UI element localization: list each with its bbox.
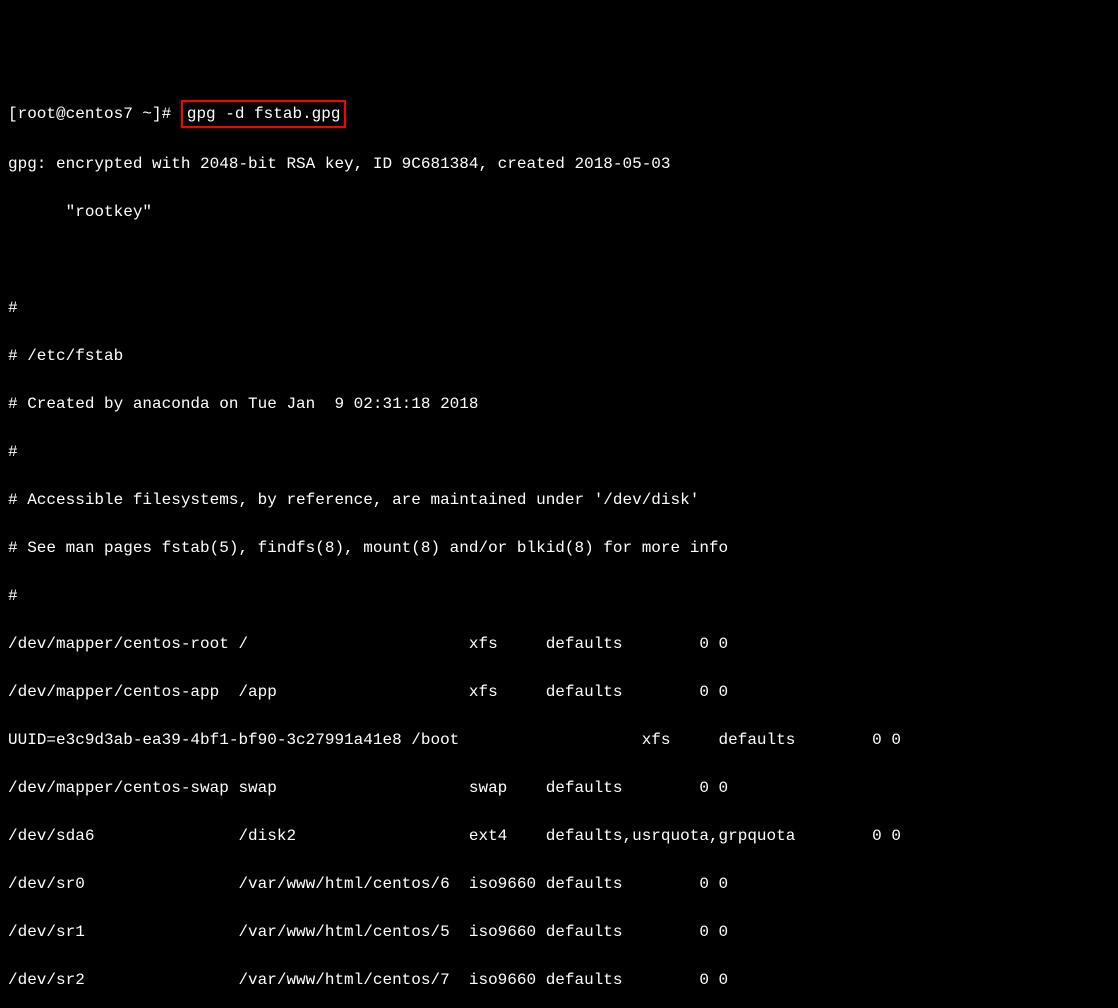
fstab-entry: /dev/mapper/centos-app /app xfs defaults… xyxy=(8,680,1110,704)
gpg-output-line-1: gpg: encrypted with 2048-bit RSA key, ID… xyxy=(8,152,1110,176)
fstab-entry: /dev/sda6 /disk2 ext4 defaults,usrquota,… xyxy=(8,824,1110,848)
fstab-comment: # /etc/fstab xyxy=(8,344,1110,368)
fstab-entry: /dev/sr1 /var/www/html/centos/5 iso9660 … xyxy=(8,920,1110,944)
fstab-entry: /dev/mapper/centos-root / xfs defaults 0… xyxy=(8,632,1110,656)
fstab-comment: # xyxy=(8,440,1110,464)
fstab-entry: /dev/sr2 /var/www/html/centos/7 iso9660 … xyxy=(8,968,1110,992)
fstab-comment: # xyxy=(8,584,1110,608)
fstab-comment: # See man pages fstab(5), findfs(8), mou… xyxy=(8,536,1110,560)
fstab-comment: # Accessible filesystems, by reference, … xyxy=(8,488,1110,512)
fstab-entry: UUID=e3c9d3ab-ea39-4bf1-bf90-3c27991a41e… xyxy=(8,728,1110,752)
gpg-output-line-2: "rootkey" xyxy=(8,200,1110,224)
entered-command: gpg -d fstab.gpg xyxy=(181,100,347,128)
blank-line xyxy=(8,248,1110,272)
fstab-entry: /dev/sr0 /var/www/html/centos/6 iso9660 … xyxy=(8,872,1110,896)
fstab-comment: # Created by anaconda on Tue Jan 9 02:31… xyxy=(8,392,1110,416)
fstab-entry: /dev/mapper/centos-swap swap swap defaul… xyxy=(8,776,1110,800)
fstab-comment: # xyxy=(8,296,1110,320)
shell-prompt: [root@centos7 ~]# xyxy=(8,105,171,123)
command-line[interactable]: [root@centos7 ~]# gpg -d fstab.gpg xyxy=(8,100,1110,128)
